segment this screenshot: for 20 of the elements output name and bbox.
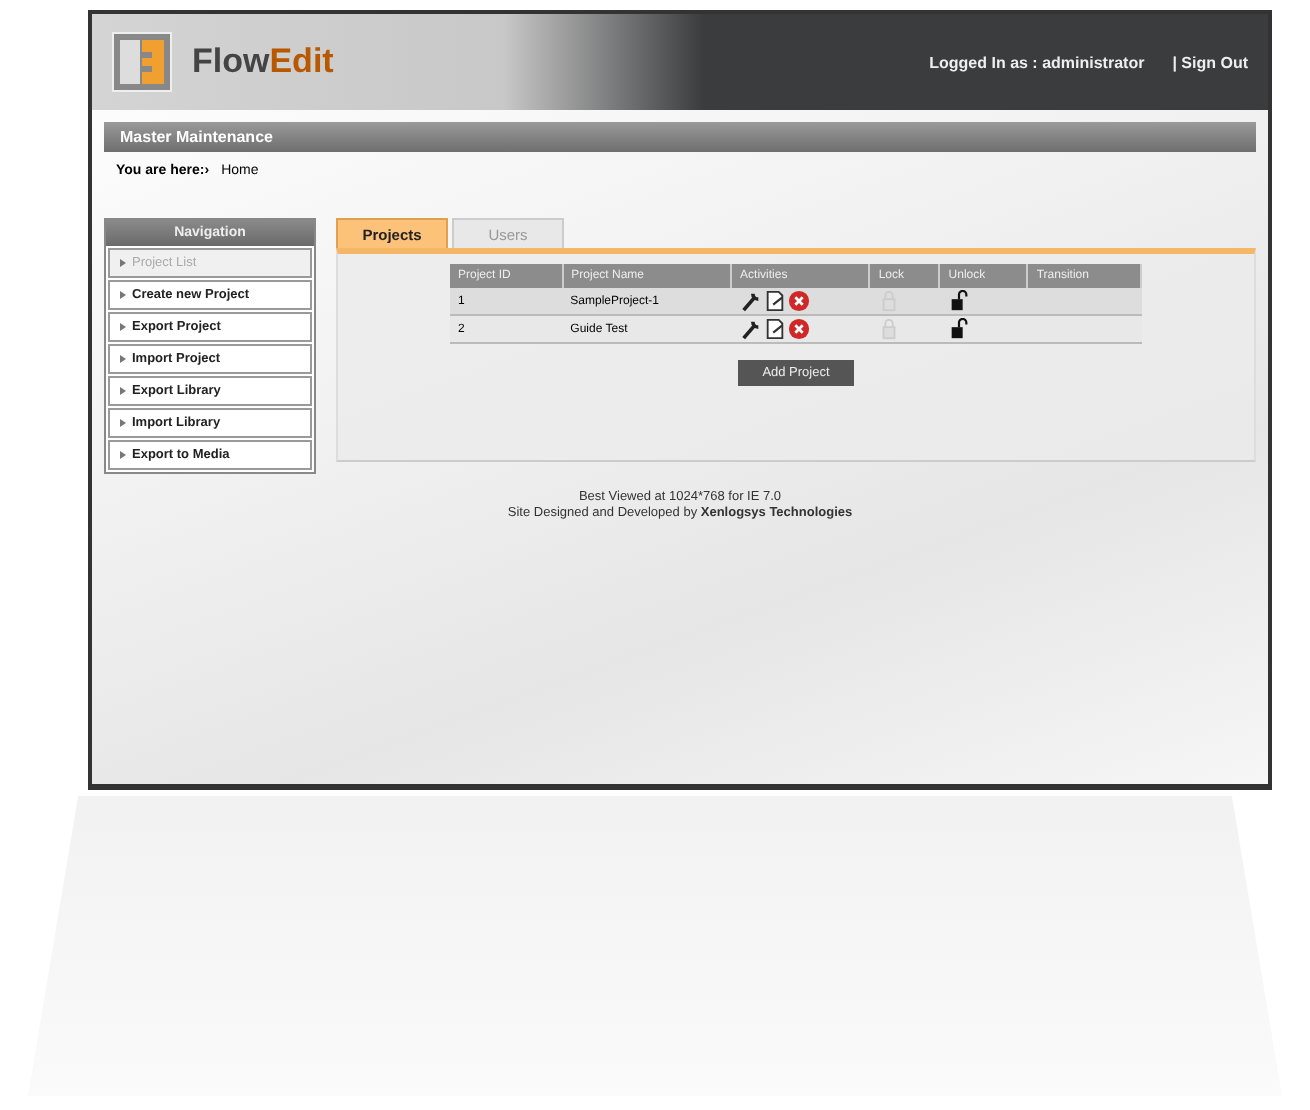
bullet-arrow-icon [118,353,128,364]
wrench-icon[interactable] [739,290,762,312]
open-padlock-icon[interactable] [947,290,970,312]
bullet-arrow-icon [118,449,128,460]
delete-icon[interactable] [787,290,810,312]
bullet-arrow-icon [118,417,128,428]
logo-icon [112,32,172,92]
delete-icon[interactable] [787,318,810,340]
wrench-icon[interactable] [739,318,762,340]
bullet-arrow-icon [118,321,128,332]
open-padlock-icon[interactable] [947,318,970,340]
logged-in-user: Logged In as : administrator [929,53,1145,71]
document-edit-icon[interactable] [763,318,786,340]
bullet-arrow-icon [118,289,128,300]
bullet-arrow-icon [118,385,128,396]
bullet-arrow-icon [118,257,128,268]
document-edit-icon[interactable] [763,290,786,312]
section-title-bar: Master Maintenance [104,122,1256,152]
sign-out-link[interactable]: | Sign Out [1172,53,1248,71]
logo-text: FlowEdit [192,42,334,82]
